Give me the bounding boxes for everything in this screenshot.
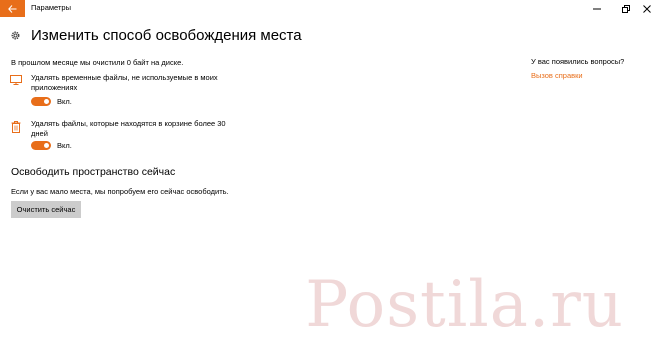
- option-label: Удалять файлы, которые находятся в корзи…: [31, 119, 226, 138]
- temp-files-toggle[interactable]: [31, 97, 51, 106]
- free-now-title: Освободить пространство сейчас: [11, 166, 176, 178]
- help-question: У вас появились вопросы?: [531, 57, 625, 66]
- toggle-state-label: Вкл.: [57, 141, 72, 150]
- page-header: Изменить способ освобождения места: [10, 25, 302, 45]
- recycle-bin-icon: [11, 121, 21, 133]
- option-label: Удалять временные файлы, не используемые…: [31, 73, 218, 92]
- gear-icon: [11, 31, 20, 39]
- watermark-logo: Postila.ru: [305, 268, 624, 342]
- back-button[interactable]: [0, 0, 25, 17]
- toggle-state-label: Вкл.: [57, 97, 72, 106]
- close-button[interactable]: [634, 0, 660, 17]
- recycle-bin-toggle[interactable]: [31, 141, 51, 150]
- help-link[interactable]: Вызов справки: [531, 71, 583, 80]
- window-title: Параметры: [31, 3, 71, 12]
- clean-now-button[interactable]: Очистить сейчас: [11, 201, 81, 218]
- free-now-description: Если у вас мало места, мы попробуем его …: [11, 187, 229, 196]
- restore-icon: [622, 4, 630, 13]
- page-title: Изменить способ освобождения места: [31, 26, 302, 44]
- title-bar: Параметры: [0, 0, 660, 17]
- toggle-knob: [44, 99, 49, 104]
- cleanup-summary: В прошлом месяце мы очистили 0 байт на д…: [11, 58, 184, 67]
- toggle-knob: [44, 143, 49, 148]
- minimize-icon: [593, 8, 601, 9]
- minimize-button[interactable]: [584, 0, 610, 17]
- back-arrow-icon: [8, 4, 17, 13]
- temp-files-icon: [10, 75, 22, 85]
- close-icon: [643, 4, 651, 13]
